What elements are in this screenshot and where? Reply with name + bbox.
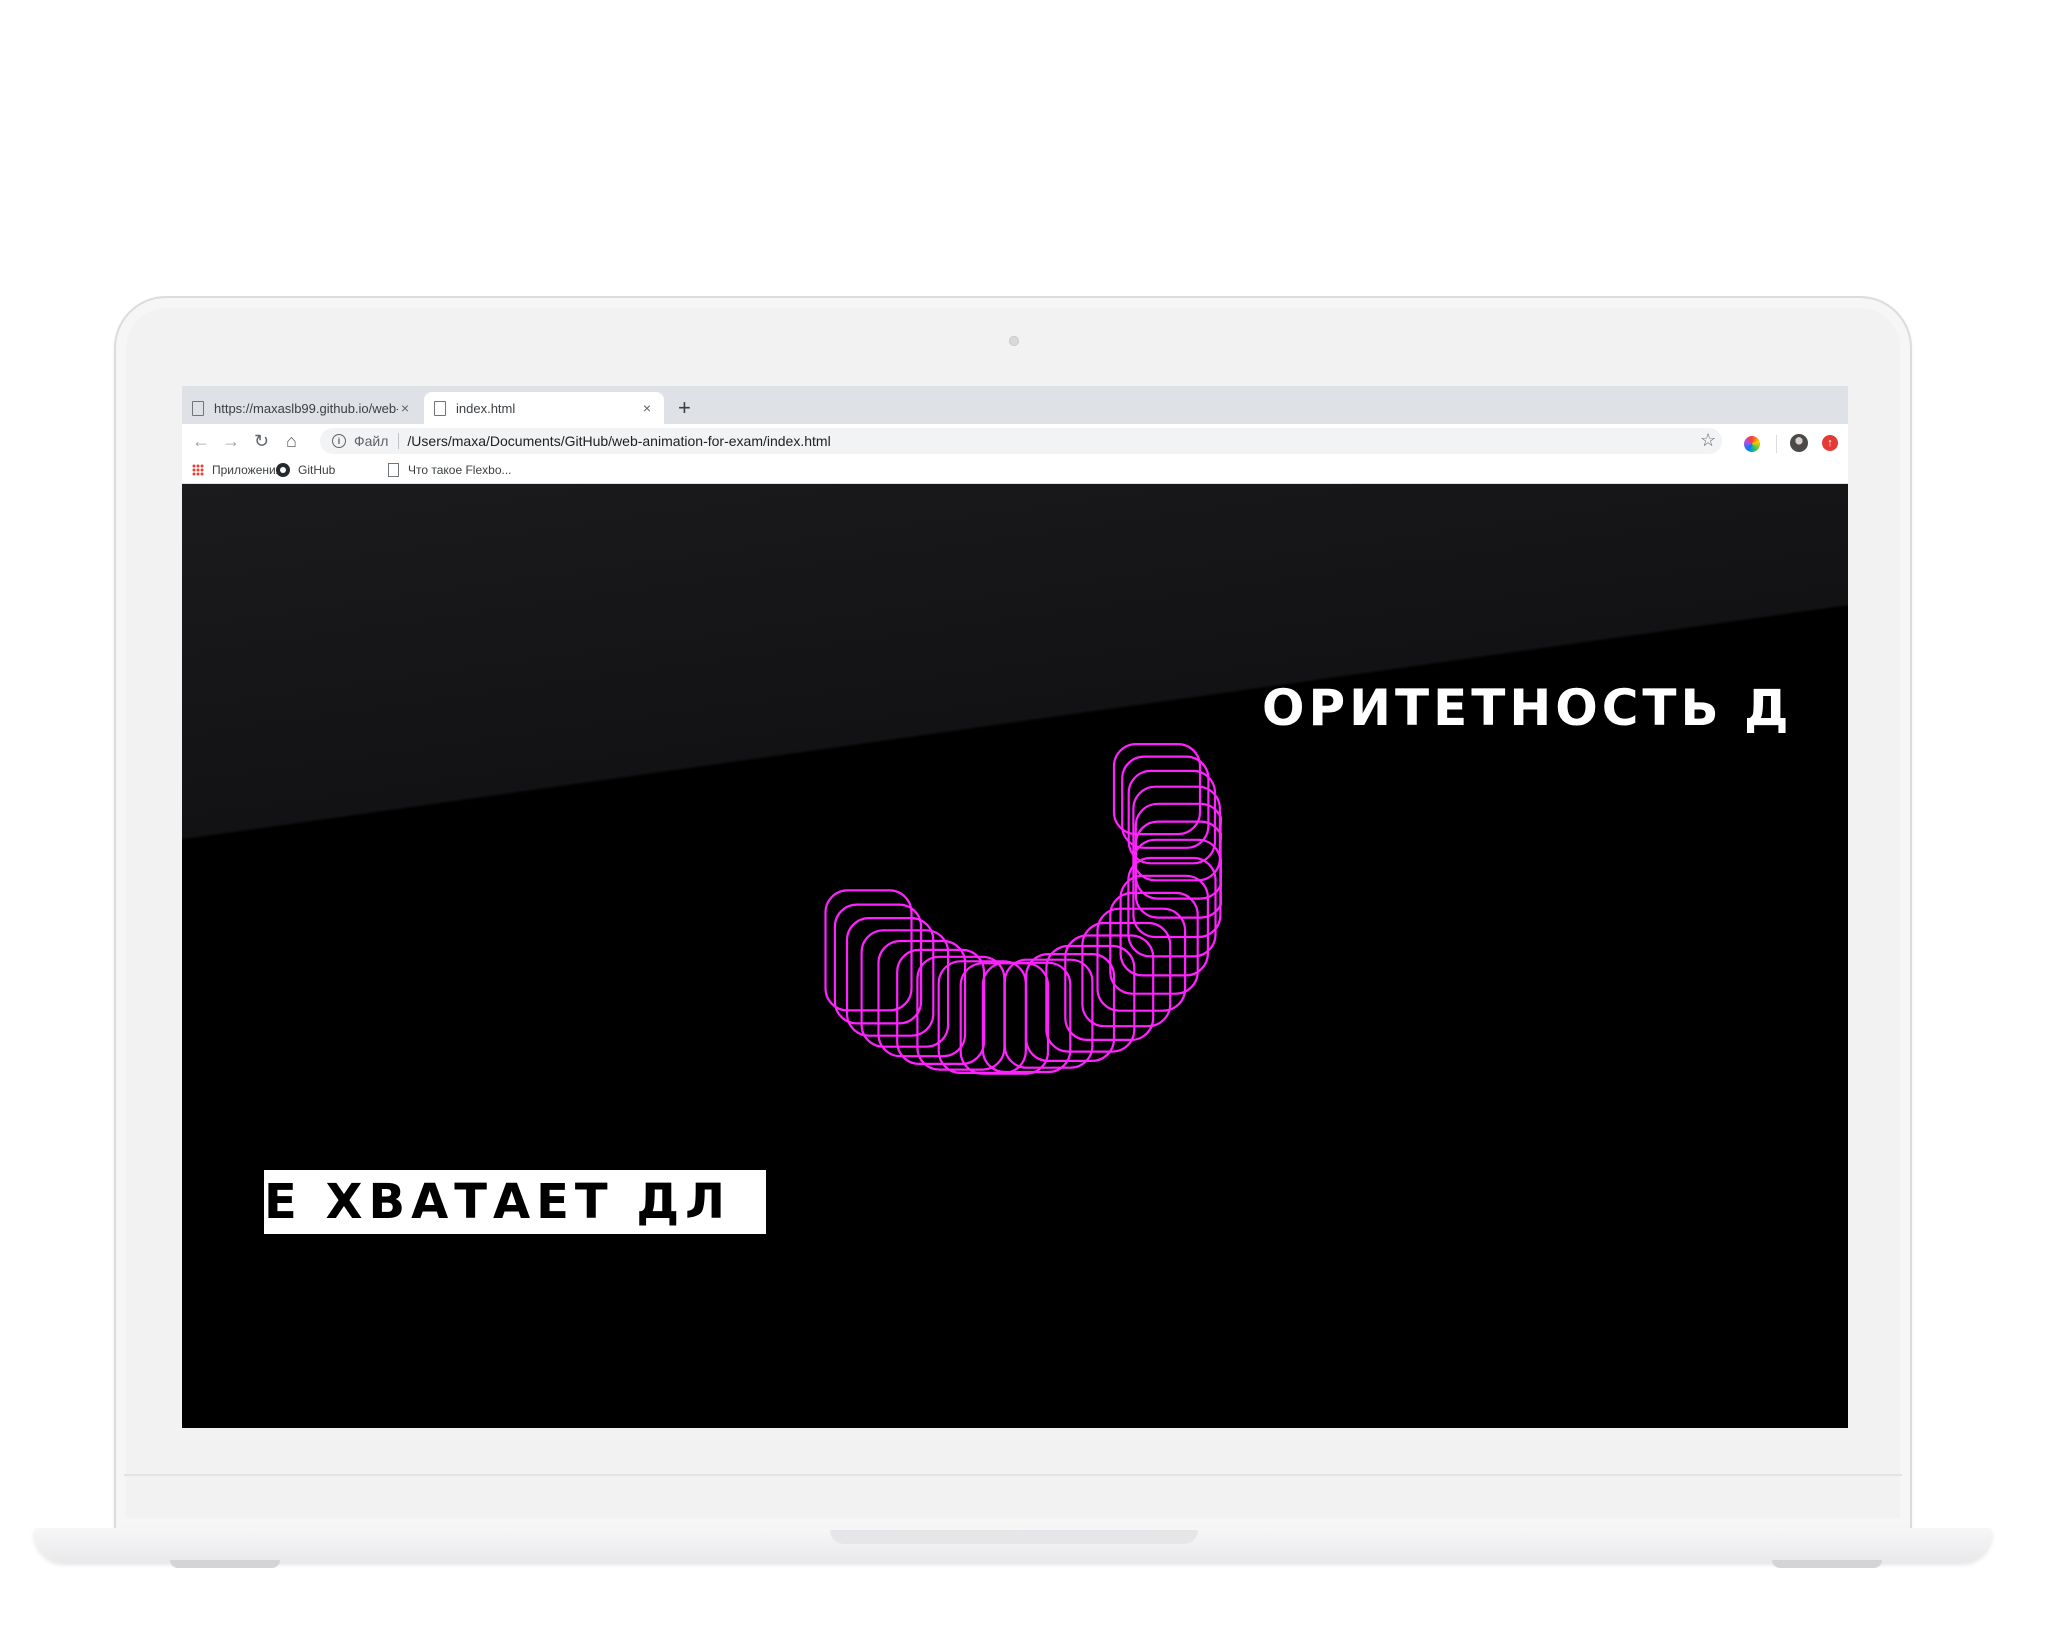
tab-bar: https://maxaslb99.github.io/web-animatio…: [182, 386, 1848, 424]
bookmark-label: GitHub: [298, 463, 336, 477]
forward-arrow-icon[interactable]: →: [222, 428, 240, 454]
neon-loop-frame: [1127, 856, 1217, 958]
page-icon: [388, 463, 399, 477]
apps-icon: [192, 464, 204, 476]
address-url[interactable]: /Users/maxa/Documents/GitHub/web-animati…: [407, 433, 830, 449]
address-separator: [398, 433, 400, 449]
close-icon[interactable]: ×: [398, 400, 412, 416]
toolbar-divider: [1776, 435, 1777, 453]
neon-loop-frame: [1127, 769, 1217, 865]
bookmark-apps[interactable]: Приложения: [192, 462, 282, 478]
tab-label: index.html: [456, 400, 516, 416]
address-bar[interactable]: i Файл /Users/maxa/Documents/GitHub/web-…: [320, 428, 1722, 454]
neon-loop-frame: [1134, 820, 1222, 919]
marquee-text-bottom: Е ХВАТАЕТ ДЛ: [264, 1174, 731, 1230]
laptop-foot-left: [170, 1560, 280, 1568]
bookmark-github[interactable]: GitHub: [276, 462, 335, 478]
color-picker-extension-icon[interactable]: [1744, 436, 1760, 452]
info-icon[interactable]: i: [332, 434, 346, 448]
bookmarks-bar: Приложения GitHub Что такое Flexbo...: [182, 458, 1848, 484]
laptop-foot-right: [1772, 1560, 1882, 1568]
browser-toolbar: ← → ↻ ⌂ i Файл /Users/maxa/Documents/Git…: [182, 424, 1848, 458]
marquee-strip-bottom: Е ХВАТАЕТ ДЛ: [264, 1170, 766, 1234]
bookmark-label: Приложения: [212, 463, 283, 477]
tab-github-pages[interactable]: https://maxaslb99.github.io/web-animatio…: [182, 392, 422, 424]
address-scheme: Файл: [354, 433, 389, 449]
tab-index-html[interactable]: index.html ×: [424, 392, 664, 424]
bookmark-star-icon[interactable]: ☆: [1700, 430, 1716, 451]
tab-label: https://maxaslb99.github.io/web-animatio…: [214, 400, 398, 416]
new-tab-button[interactable]: +: [678, 394, 691, 422]
back-arrow-icon[interactable]: ←: [192, 428, 210, 454]
bookmark-flexbox[interactable]: Что такое Flexbo...: [388, 462, 512, 478]
laptop-notch: [830, 1530, 1198, 1544]
page-icon: [434, 400, 446, 416]
marquee-text-top: ОРИТЕТНОСТЬ Д: [1262, 679, 1793, 737]
home-icon[interactable]: ⌂: [286, 428, 297, 454]
neon-loop-frame: [824, 889, 913, 1012]
github-icon: [276, 463, 290, 477]
neon-loop-frame: [860, 929, 950, 1048]
bookmark-label: Что такое Flexbo...: [408, 463, 512, 477]
webcam: [1009, 336, 1019, 346]
browser-window: https://maxaslb99.github.io/web-animatio…: [182, 386, 1848, 1428]
neon-loop-animation: [824, 743, 1222, 1075]
bezel-divider: [124, 1474, 1902, 1476]
reload-icon[interactable]: ↻: [254, 428, 269, 454]
close-icon[interactable]: ×: [640, 400, 654, 416]
update-extension-icon[interactable]: ↑: [1822, 435, 1838, 451]
profile-avatar[interactable]: [1790, 434, 1808, 452]
page-icon: [192, 400, 204, 416]
page-viewport: ОРИТЕТНОСТЬ Д Е ХВАТАЕТ ДЛ: [182, 484, 1848, 1428]
